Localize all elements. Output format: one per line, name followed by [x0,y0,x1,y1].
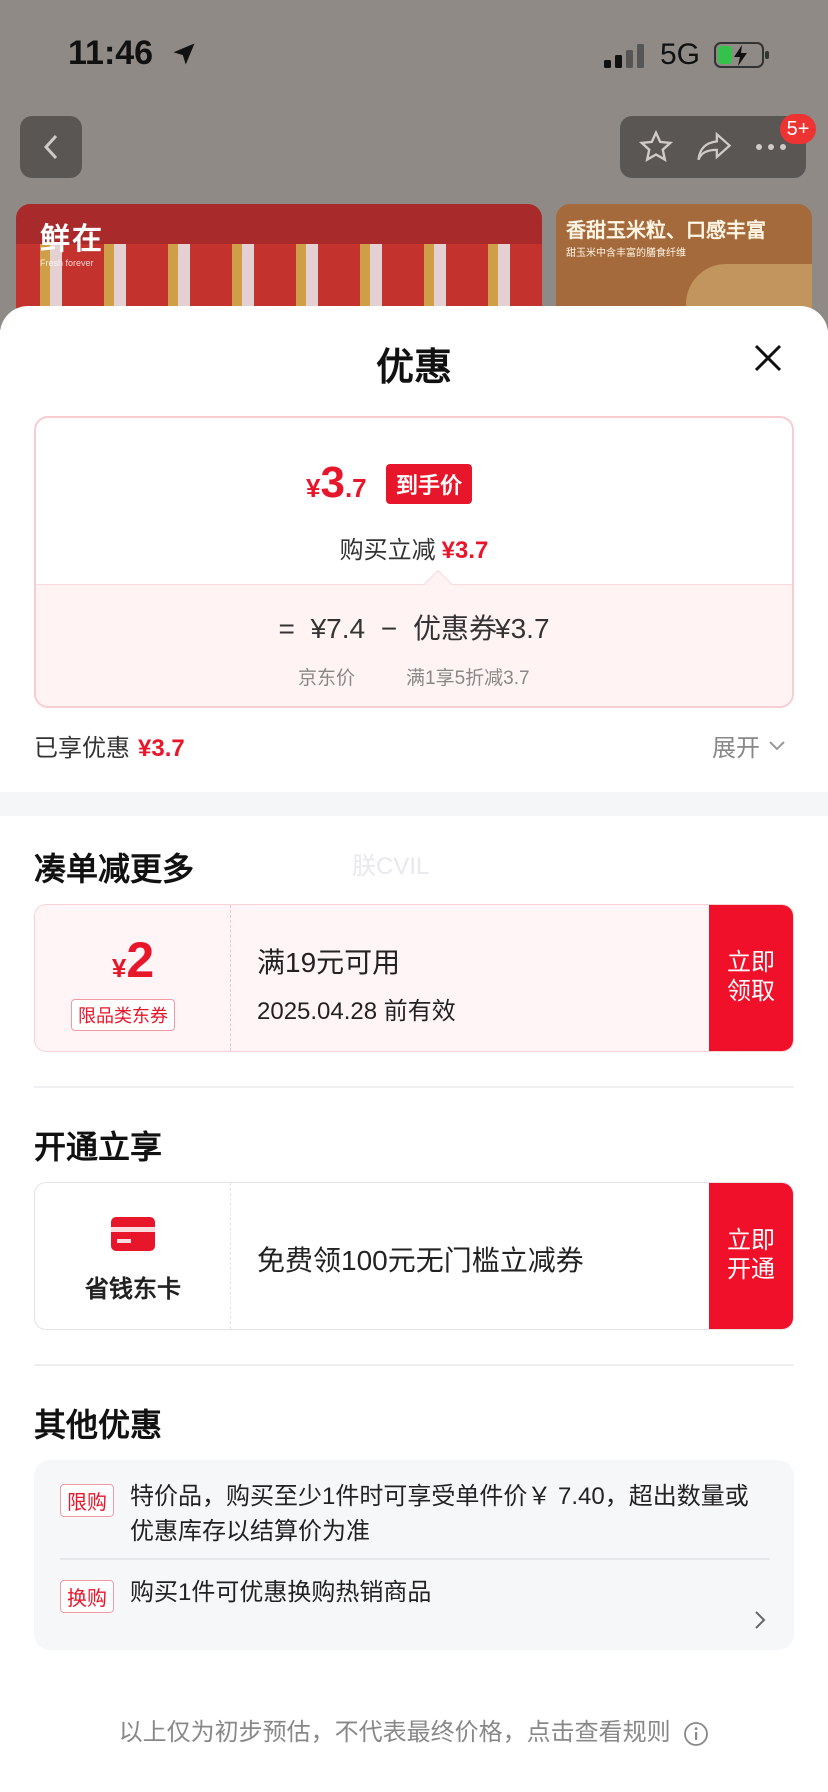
section-title-open: 开通立享 [34,1129,163,1165]
trade-in-text: 购买1件可优惠换购热销商品 [130,1579,432,1606]
star-icon[interactable] [638,129,674,165]
discount-sheet: 优惠 ¥3.7 到手价 购买立减 ¥3.7 = ¥7.4 − 优惠券¥3.7 京东… [0,306,828,1792]
purchase-limit-text: 特价品，购买至少1件时可享受单件价￥ 7.40，超出数量或优惠库存以结算价为准 [130,1483,749,1545]
footer-rules-link[interactable]: 以上仅为初步预估，不代表最终价格，点击查看规则 [0,1712,828,1747]
divider [34,1364,794,1366]
coupon-validity: 2025.04.28 前有效 [257,998,456,1025]
section-title-other: 其他优惠 [34,1407,163,1443]
buy-reduce-line: 购买立减 ¥3.7 [339,537,489,564]
membership-card: 省钱东卡 免费领100元无门槛立减券 立即开通 [34,1182,794,1330]
battery-charging-icon [714,42,769,68]
chevron-down-icon [769,740,785,750]
jd-price-label: 京东价 [298,668,356,689]
coupon-amount: ¥2 [111,932,155,988]
watermark-text: 朕CVIL [352,853,430,880]
section-title-more: 凑单减更多 [34,851,195,887]
enjoyed-discount: 已享优惠 ¥3.7 [34,735,185,762]
chevron-left-icon [43,134,58,160]
location-arrow-icon [173,43,195,65]
price-breakdown-card: ¥3.7 到手价 购买立减 ¥3.7 = ¥7.4 − 优惠券¥3.7 京东价 满… [34,416,794,708]
trade-in-tag: 换购 [60,1580,114,1613]
claim-coupon-button[interactable]: 立即领取 [709,905,793,1051]
coupon-condition: 满19元可用 [257,947,401,978]
open-membership-button[interactable]: 立即开通 [709,1183,793,1329]
membership-offer: 免费领100元无门槛立减券 [257,1245,584,1276]
final-price: ¥3.7 [306,458,367,507]
nav-actions [620,116,806,178]
more-icon[interactable] [754,142,788,152]
back-button[interactable] [20,116,82,178]
close-icon[interactable] [748,338,788,378]
brand-logo: 鲜在 Fresh forever [40,223,104,268]
other-discounts-box: 限购 特价品，购买至少1件时可享受单件价￥ 7.40，超出数量或优惠库存以结算价… [34,1460,794,1650]
background-product-page: 11:46 5G 5+ 鲜在 Fresh forever 香甜玉米粒、口感丰富 … [0,0,828,330]
signal-icon [604,44,644,68]
expand-button[interactable]: 展开 [712,728,786,763]
info-icon [684,1721,709,1746]
final-price-tag: 到手价 [386,464,473,504]
status-bar: 11:46 5G [0,0,828,100]
coupon-category-tag: 限品类东券 [71,999,175,1031]
price-calculation: = ¥7.4 − 优惠券¥3.7 [278,613,550,644]
sheet-title: 优惠 [375,347,452,389]
chevron-right-icon[interactable] [754,1610,766,1630]
share-icon[interactable] [695,130,733,164]
membership-card-label: 省钱东卡 [85,1276,181,1303]
coupon-card: ¥2 限品类东券 满19元可用 2025.04.28 前有效 立即领取 [34,904,794,1052]
credit-card-icon [111,1217,155,1251]
section-separator [0,792,828,816]
coupon-desc: 满1享5折减3.7 [406,668,530,689]
status-time: 11:46 [68,34,154,72]
cart-count-badge: 5+ [780,114,816,144]
purchase-limit-tag: 限购 [60,1484,114,1517]
network-type: 5G [660,38,701,71]
divider [34,1086,794,1088]
